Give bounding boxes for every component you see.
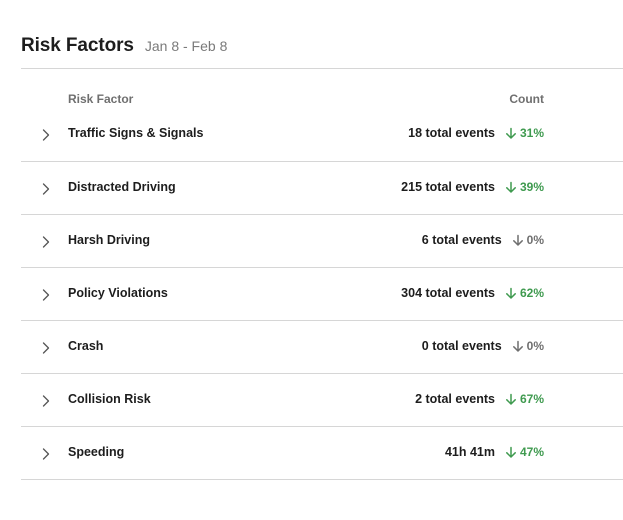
risk-factor-list: Traffic Signs & Signals 18 total events 31… [21, 108, 623, 480]
column-header-count: Count [509, 92, 544, 106]
arrow-down-icon [505, 446, 520, 459]
risk-factor-row[interactable]: Traffic Signs & Signals 18 total events 31… [21, 108, 623, 162]
event-count: 0 total events [421, 339, 502, 353]
risk-factor-row[interactable]: Speeding 41h 41m 47% [21, 427, 623, 480]
chevron-right-icon[interactable] [40, 394, 52, 408]
risk-factor-count-cell: 41h 41m 47% [445, 445, 544, 459]
risk-factor-label: Collision Risk [68, 392, 151, 406]
arrow-down-icon [512, 340, 527, 353]
trend-percent: 39% [519, 180, 544, 194]
arrow-down-icon [505, 287, 520, 300]
risk-factor-count-cell: 0 total events 0% [422, 339, 544, 353]
risk-factor-count-cell: 304 total events 62% [401, 286, 544, 300]
event-count: 2 total events [415, 392, 495, 406]
risk-factor-label: Traffic Signs & Signals [68, 126, 204, 140]
trend-indicator: 31% [505, 126, 544, 140]
risk-factor-row[interactable]: Distracted Driving 215 total events 39% [21, 162, 623, 215]
event-count: 6 total events [421, 233, 502, 247]
column-header-risk-factor: Risk Factor [68, 92, 134, 106]
trend-percent: 62% [519, 286, 544, 300]
event-count: 41h 41m [444, 445, 495, 459]
arrow-down-icon [505, 181, 520, 194]
risk-factor-row[interactable]: Harsh Driving 6 total events 0% [21, 215, 623, 268]
trend-indicator: 0% [512, 233, 544, 247]
trend-percent: 0% [526, 233, 544, 247]
arrow-down-icon [505, 393, 520, 406]
risk-factor-label: Policy Violations [68, 286, 168, 300]
risk-factor-count-cell: 18 total events 31% [408, 126, 544, 140]
risk-factor-count-cell: 215 total events 39% [401, 180, 544, 194]
event-count: 18 total events [408, 126, 495, 140]
event-count: 215 total events [401, 180, 495, 194]
trend-percent: 31% [519, 126, 544, 140]
date-range: Jan 8 - Feb 8 [144, 38, 228, 54]
trend-percent: 67% [519, 392, 544, 406]
chevron-right-icon[interactable] [40, 341, 52, 355]
chevron-right-icon[interactable] [40, 235, 52, 249]
trend-percent: 47% [519, 445, 544, 459]
risk-factor-row[interactable]: Collision Risk 2 total events 67% [21, 374, 623, 427]
trend-indicator: 39% [505, 180, 544, 194]
arrow-down-icon [505, 127, 520, 140]
risk-factor-label: Harsh Driving [68, 233, 150, 247]
panel-title: Risk Factors [21, 35, 134, 56]
event-count: 304 total events [401, 286, 495, 300]
chevron-right-icon[interactable] [40, 288, 52, 302]
trend-indicator: 0% [512, 339, 544, 353]
risk-factor-row[interactable]: Crash 0 total events 0% [21, 321, 623, 374]
risk-factors-panel: Risk Factors Jan 8 - Feb 8 Risk Factor C… [0, 0, 623, 520]
risk-factor-label: Crash [68, 339, 104, 353]
trend-indicator: 62% [505, 286, 544, 300]
panel-header: Risk Factors Jan 8 - Feb 8 [21, 35, 227, 57]
risk-factor-count-cell: 6 total events 0% [422, 233, 544, 247]
risk-factor-label: Distracted Driving [68, 180, 176, 194]
header-divider [21, 68, 623, 69]
chevron-right-icon[interactable] [40, 182, 52, 196]
trend-indicator: 67% [505, 392, 544, 406]
trend-percent: 0% [526, 339, 544, 353]
arrow-down-icon [512, 234, 527, 247]
risk-factor-row[interactable]: Policy Violations 304 total events 62% [21, 268, 623, 321]
chevron-right-icon[interactable] [40, 128, 52, 142]
risk-factor-count-cell: 2 total events 67% [415, 392, 544, 406]
risk-factor-label: Speeding [68, 445, 125, 459]
chevron-right-icon[interactable] [40, 447, 52, 461]
trend-indicator: 47% [505, 445, 544, 459]
